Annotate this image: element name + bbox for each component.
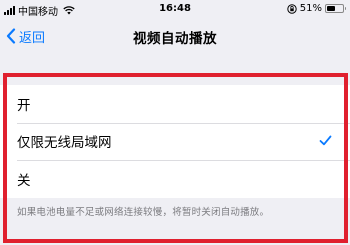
status-bar: 中国移动 16:48 51% [0, 0, 350, 18]
page-title: 视频自动播放 [133, 31, 217, 47]
battery-icon [325, 4, 346, 13]
status-right: 51% [287, 3, 346, 14]
battery-percent: 51% [299, 3, 322, 14]
battery-fill [327, 6, 335, 11]
orientation-lock-icon [287, 3, 297, 14]
red-highlight-frame [3, 73, 348, 243]
navigation-bar: 返回 视频自动播放 [0, 18, 350, 54]
